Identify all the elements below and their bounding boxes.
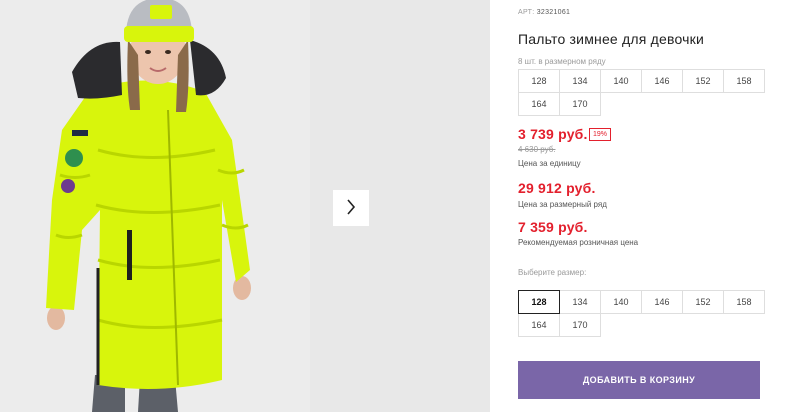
pack-size-cell: 164 (518, 92, 560, 116)
product-title: Пальто зимнее для девочки (518, 31, 704, 47)
product-photo[interactable] (0, 0, 310, 412)
pack-size-cell: 146 (641, 69, 683, 93)
size-option[interactable]: 134 (559, 290, 601, 314)
pack-size-cell: 158 (723, 69, 765, 93)
product-gallery (0, 0, 490, 412)
retail-price-note: Рекомендуемая розничная цена (518, 238, 639, 247)
size-option[interactable]: 140 (600, 290, 642, 314)
pack-size-cell: 128 (518, 69, 560, 93)
product-info-panel: АРТ: 32321061 Пальто зимнее для девочки … (518, 0, 780, 412)
pack-size-cell: 134 (559, 69, 601, 93)
pack-size-cell: 140 (600, 69, 642, 93)
add-to-cart-button[interactable]: ДОБАВИТЬ В КОРЗИНУ (518, 361, 760, 399)
unit-price-note: Цена за единицу (518, 159, 581, 168)
article-number: АРТ: 32321061 (518, 9, 570, 16)
size-option[interactable]: 152 (682, 290, 724, 314)
pack-count-note: 8 шт. в размерном ряду (518, 57, 606, 66)
article-label: АРТ: (518, 9, 535, 16)
size-option-selected[interactable]: 128 (518, 290, 560, 314)
set-price-note: Цена за размерный ряд (518, 200, 607, 209)
retail-price: 7 359 руб. (518, 219, 588, 235)
unit-price: 3 739 руб. (518, 126, 588, 142)
old-price: 4 630 руб. (518, 145, 556, 154)
next-photo-button[interactable] (333, 190, 369, 226)
article-value: 32321061 (536, 9, 571, 16)
set-price: 29 912 руб. (518, 180, 596, 196)
size-option[interactable]: 164 (518, 313, 560, 337)
size-option[interactable]: 170 (559, 313, 601, 337)
girl-in-winter-coat-image (0, 0, 310, 412)
pack-size-cell: 170 (559, 92, 601, 116)
size-option[interactable]: 146 (641, 290, 683, 314)
pack-size-grid: 128 134 140 146 152 158 164 170 (518, 69, 765, 116)
pack-size-cell: 152 (682, 69, 724, 93)
size-picker-grid: 128 134 140 146 152 158 164 170 (518, 290, 765, 337)
size-picker-label: Выберите размер: (518, 268, 587, 277)
discount-badge: 19% (589, 128, 612, 141)
size-option[interactable]: 158 (723, 290, 765, 314)
chevron-right-icon (346, 198, 356, 218)
